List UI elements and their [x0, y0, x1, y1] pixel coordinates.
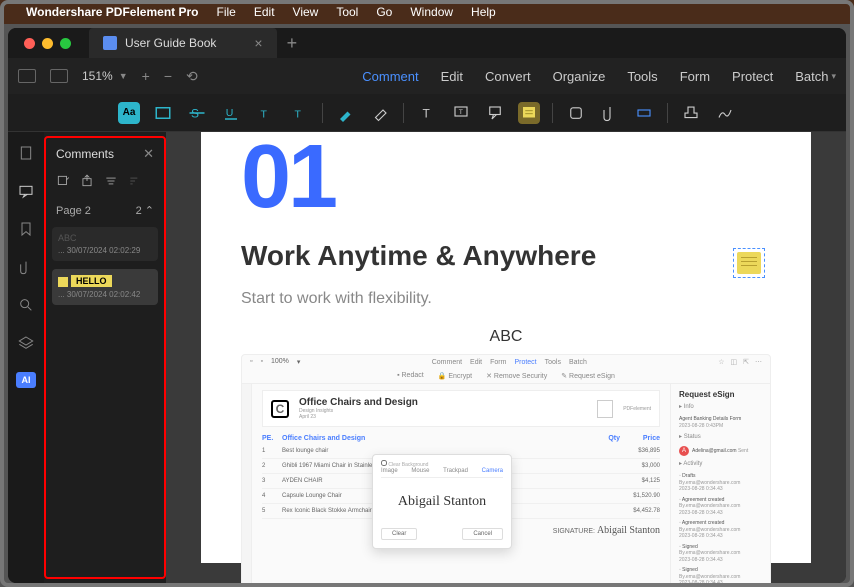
thumbnails-icon[interactable]	[17, 144, 35, 162]
add-comment-icon[interactable]	[56, 174, 70, 188]
attachments-rail-icon[interactable]	[17, 258, 35, 276]
tab-organize[interactable]: Organize	[553, 69, 606, 84]
comment-list-item[interactable]: HELLO ... 30/07/2024 02:02:42	[52, 269, 158, 305]
comment-list-item[interactable]: ABC ... 30/07/2024 02:02:29	[52, 227, 158, 261]
macos-menubar: Wondershare PDFelement Pro File Edit Vie…	[0, 0, 854, 24]
area-highlight-icon[interactable]	[152, 102, 174, 124]
note-icon	[58, 277, 68, 287]
close-panel-button[interactable]: ✕	[143, 146, 154, 162]
highlight-text-icon[interactable]: Aa	[118, 102, 140, 124]
eraser-icon[interactable]	[369, 102, 391, 124]
page-number-heading: 01	[241, 132, 771, 222]
comment-text: HELLO	[71, 275, 112, 287]
separator	[403, 103, 404, 123]
pdf-tab-icon	[103, 36, 117, 50]
tab-edit[interactable]: Edit	[441, 69, 463, 84]
tab-bar: User Guide Book × +	[8, 28, 846, 58]
sticky-note-icon[interactable]	[518, 102, 540, 124]
strikethrough-icon[interactable]: S	[186, 102, 208, 124]
tab-form[interactable]: Form	[680, 69, 710, 84]
chevron-down-icon: ▾	[831, 71, 836, 82]
svg-text:T: T	[423, 106, 431, 120]
callout-icon[interactable]	[484, 102, 506, 124]
text-callout-icon[interactable]: T	[450, 102, 472, 124]
zoom-out-icon[interactable]: −	[164, 68, 172, 84]
pdf-page: 01 Work Anytime & Anywhere Start to work…	[201, 132, 811, 563]
window-controls	[16, 38, 79, 49]
separator	[552, 103, 553, 123]
new-tab-button[interactable]: +	[287, 33, 298, 54]
menu-tool[interactable]: Tool	[336, 5, 358, 19]
comment-timestamp: ... 30/07/2024 02:02:42	[58, 290, 152, 299]
panel-title: Comments	[56, 147, 114, 161]
comment-toolbar: Aa S U T T T T	[8, 94, 846, 132]
attachment-icon[interactable]	[599, 102, 621, 124]
layers-icon[interactable]	[17, 334, 35, 352]
sidebar-toggle-icon[interactable]	[18, 69, 36, 83]
menu-file[interactable]: File	[217, 5, 236, 19]
tab-protect[interactable]: Protect	[732, 69, 773, 84]
main-tabs: Comment Edit Convert Organize Tools Form…	[362, 69, 836, 84]
chevron-up-icon: ⌃	[145, 205, 154, 217]
filter-icon[interactable]	[104, 174, 118, 188]
underline-icon[interactable]: U	[220, 102, 242, 124]
app-name[interactable]: Wondershare PDFelement Pro	[26, 5, 199, 19]
comments-rail-icon[interactable]	[17, 182, 35, 200]
left-rail: AI	[8, 132, 44, 583]
stamp-icon[interactable]	[680, 102, 702, 124]
minimize-window-button[interactable]	[42, 38, 53, 49]
comment-text: ABC	[58, 233, 152, 243]
menu-help[interactable]: Help	[471, 5, 496, 19]
tab-tools[interactable]: Tools	[627, 69, 657, 84]
app-window: User Guide Book × + 151%▼ + − ⟲ Comment …	[8, 28, 846, 583]
close-window-button[interactable]	[24, 38, 35, 49]
menu-window[interactable]: Window	[410, 5, 453, 19]
main-area: AI Comments ✕ Page 2 2 ⌃ ABC ... 30/07/2…	[8, 132, 846, 583]
fit-icon[interactable]: ⟲	[186, 68, 198, 85]
abc-text-annotation[interactable]: ABC	[241, 328, 771, 346]
document-viewport[interactable]: 01 Work Anytime & Anywhere Start to work…	[166, 132, 846, 583]
separator	[667, 103, 668, 123]
svg-text:U: U	[226, 107, 234, 119]
menu-edit[interactable]: Edit	[254, 5, 275, 19]
svg-text:T: T	[459, 108, 463, 115]
signature-icon[interactable]	[714, 102, 736, 124]
page-group-label: Page 2	[56, 205, 91, 217]
comments-panel: Comments ✕ Page 2 2 ⌃ ABC ... 30/07/2024…	[44, 136, 166, 579]
view-mode-icon[interactable]	[50, 69, 68, 83]
document-tab[interactable]: User Guide Book ×	[89, 28, 277, 58]
shape-icon[interactable]	[565, 102, 587, 124]
sort-icon[interactable]	[128, 174, 142, 188]
tab-comment[interactable]: Comment	[362, 69, 418, 84]
tab-batch[interactable]: Batch▾	[795, 69, 836, 84]
embedded-screenshot-image: ▫▫100%▾ CommentEditForm ProtectToolsBatc…	[241, 354, 771, 583]
ai-button[interactable]: AI	[16, 372, 36, 388]
close-tab-button[interactable]: ×	[254, 35, 262, 51]
export-comments-icon[interactable]	[80, 174, 94, 188]
page-subtitle: Start to work with flexibility.	[241, 290, 771, 308]
zoom-control[interactable]: 151%▼	[82, 69, 128, 83]
menu-view[interactable]: View	[293, 5, 319, 19]
svg-text:T: T	[295, 108, 302, 120]
chevron-down-icon: ▼	[119, 71, 128, 81]
bookmarks-icon[interactable]	[17, 220, 35, 238]
search-icon[interactable]	[17, 296, 35, 314]
caret-icon[interactable]: T	[254, 102, 276, 124]
page-title: Work Anytime & Anywhere	[241, 240, 771, 272]
measure-icon[interactable]	[633, 102, 655, 124]
replace-text-icon[interactable]: T	[288, 102, 310, 124]
sticky-note-annotation[interactable]	[737, 252, 765, 278]
svg-text:T: T	[261, 108, 268, 120]
highlighter-pen-icon[interactable]	[335, 102, 357, 124]
maximize-window-button[interactable]	[60, 38, 71, 49]
separator	[322, 103, 323, 123]
menu-go[interactable]: Go	[376, 5, 392, 19]
zoom-in-icon[interactable]: +	[142, 68, 150, 84]
primary-toolbar: 151%▼ + − ⟲ Comment Edit Convert Organiz…	[8, 58, 846, 94]
comment-timestamp: ... 30/07/2024 02:02:29	[58, 246, 152, 255]
page-group-header[interactable]: Page 2 2 ⌃	[46, 198, 164, 223]
tab-convert[interactable]: Convert	[485, 69, 531, 84]
text-box-icon[interactable]: T	[416, 102, 438, 124]
tab-title: User Guide Book	[125, 36, 216, 50]
